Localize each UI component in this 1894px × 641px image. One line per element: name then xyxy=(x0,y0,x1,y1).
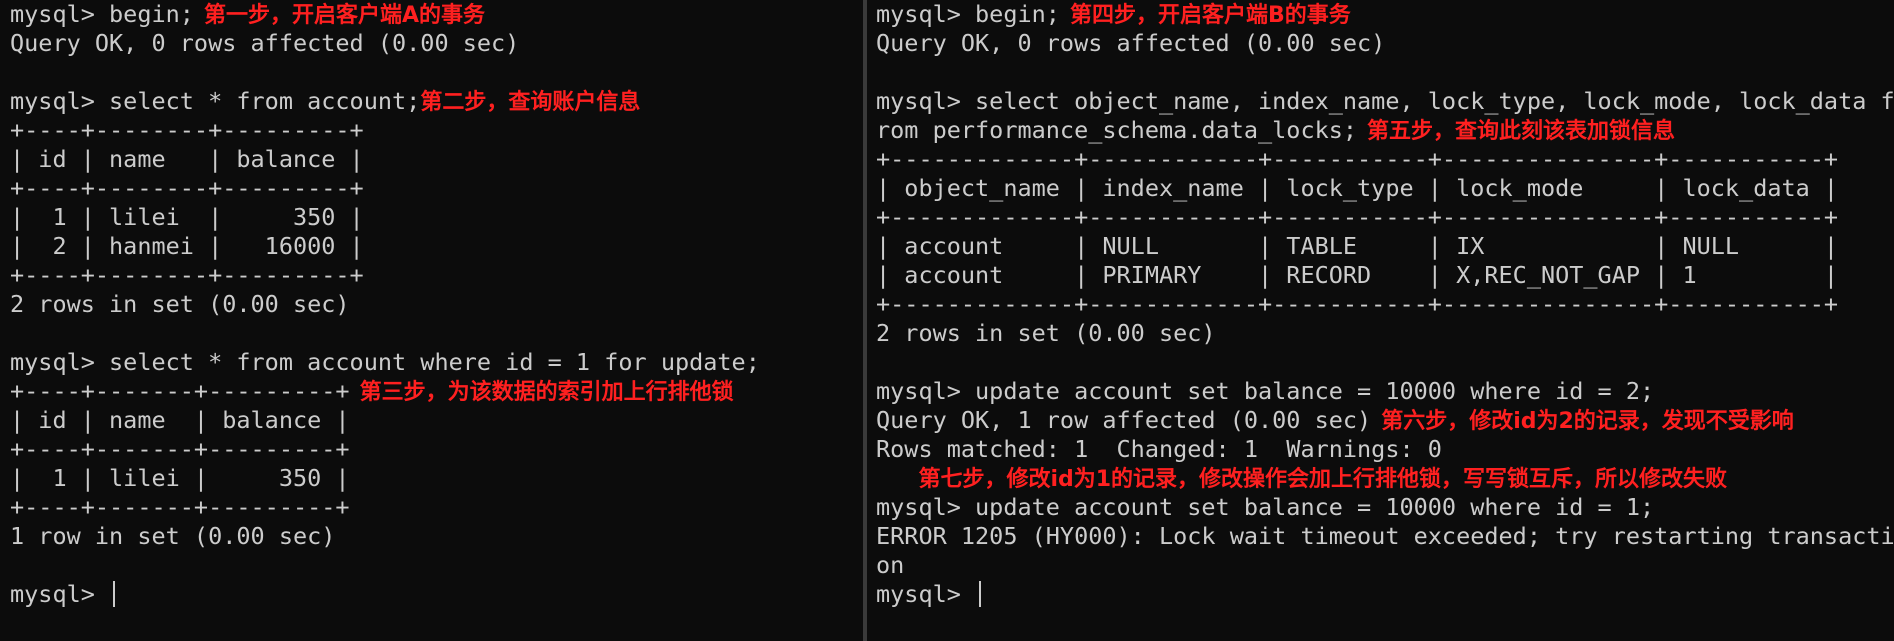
terminal-line-text: | id | name | balance | xyxy=(10,406,350,434)
terminal-line: 第七步，修改id为1的记录，修改操作会加上行排他锁，写写锁互斥，所以修改失败 xyxy=(876,464,1894,493)
terminal-line: mysql> select object_name, index_name, l… xyxy=(876,87,1894,116)
step-annotation: 第一步，开启客户端A的事务 xyxy=(203,3,485,28)
terminal-line: +----+--------+---------+ xyxy=(10,174,760,203)
terminal-line-text: on xyxy=(876,551,905,579)
terminal-line: mysql> select * from account where id = … xyxy=(10,348,760,377)
terminal-line: | account | NULL | TABLE | IX | NULL | xyxy=(876,232,1894,261)
terminal-line-text: 1 row in set (0.00 sec) xyxy=(10,522,336,550)
step-annotation: 第七步，修改id为1的记录，修改操作会加上行排他锁，写写锁互斥，所以修改失败 xyxy=(918,467,1728,492)
terminal-line: +----+--------+---------+ xyxy=(10,261,760,290)
terminal-line-text: | 1 | lilei | 350 | xyxy=(10,464,350,492)
terminal-line: +----+-------+---------+ xyxy=(10,435,760,464)
terminal-line: +----+--------+---------+ xyxy=(10,116,760,145)
terminal-line: | id | name | balance | xyxy=(10,406,760,435)
terminal-line-text: | 1 | lilei | 350 | xyxy=(10,203,364,231)
terminal-line: on xyxy=(876,551,1894,580)
terminal-line: | 2 | hanmei | 16000 | xyxy=(10,232,760,261)
terminal-line-text: mysql> xyxy=(10,580,110,608)
terminal-line: mysql> begin; 第四步，开启客户端B的事务 xyxy=(876,0,1894,29)
terminal-line: mysql> update account set balance = 1000… xyxy=(876,493,1894,522)
terminal-line-text: +----+--------+---------+ xyxy=(10,261,364,289)
terminal-line: | id | name | balance | xyxy=(10,145,760,174)
terminal-line: 1 row in set (0.00 sec) xyxy=(10,522,760,551)
terminal-line-text: Rows matched: 1 Changed: 1 Warnings: 0 xyxy=(876,435,1442,463)
text-cursor xyxy=(979,581,982,607)
terminal-line-text: +-------------+------------+-----------+… xyxy=(876,203,1839,231)
terminal-output-client-b: mysql> begin; 第四步，开启客户端B的事务 Query OK, 0 ro… xyxy=(876,0,1894,609)
terminal-line-text: mysql> update account set balance = 1000… xyxy=(876,493,1655,521)
terminal-line: mysql> xyxy=(876,580,1894,609)
terminal-line: +----+-------+---------+ 第三步，为该数据的索引加上行排他… xyxy=(10,377,760,406)
terminal-line: +-------------+------------+-----------+… xyxy=(876,290,1894,319)
terminal-line: mysql> xyxy=(10,580,760,609)
terminal-line: mysql> update account set balance = 1000… xyxy=(876,377,1894,406)
terminal-line: | object_name | index_name | lock_type |… xyxy=(876,174,1894,203)
terminal-line-text: mysql> begin; xyxy=(876,0,1060,28)
terminal-line-text: Query OK, 0 rows affected (0.00 sec) xyxy=(10,29,520,57)
terminal-line-text: +----+--------+---------+ xyxy=(10,174,364,202)
terminal-line-text: mysql> xyxy=(876,580,976,608)
terminal-output-client-a: mysql> begin; 第一步，开启客户端A的事务 Query OK, 0 ro… xyxy=(10,0,760,609)
terminal-line: mysql> select * from account;第二步，查询账户信息 xyxy=(10,87,760,116)
terminal-line: rom performance_schema.data_locks; 第五步，查询… xyxy=(876,116,1894,145)
terminal-line-text: +-------------+------------+-----------+… xyxy=(876,145,1839,173)
terminal-line: | 1 | lilei | 350 | xyxy=(10,203,760,232)
terminal-line: 2 rows in set (0.00 sec) xyxy=(10,290,760,319)
step-annotation: 第五步，查询此刻该表加锁信息 xyxy=(1367,119,1676,144)
terminal-line: +-------------+------------+-----------+… xyxy=(876,203,1894,232)
terminal-line: 2 rows in set (0.00 sec) xyxy=(876,319,1894,348)
terminal-line-text: ERROR 1205 (HY000): Lock wait timeout ex… xyxy=(876,522,1894,550)
terminal-screen: mysql> begin; 第一步，开启客户端A的事务 Query OK, 0 ro… xyxy=(0,0,1894,641)
terminal-line-text: 2 rows in set (0.00 sec) xyxy=(876,319,1216,347)
terminal-line: ERROR 1205 (HY000): Lock wait timeout ex… xyxy=(876,522,1894,551)
terminal-line-text: | object_name | index_name | lock_type |… xyxy=(876,174,1839,202)
terminal-pane-client-b[interactable]: mysql> begin; 第四步，开启客户端B的事务 Query OK, 0 ro… xyxy=(867,0,1894,641)
terminal-line: +----+-------+---------+ xyxy=(10,493,760,522)
terminal-line-text: 2 rows in set (0.00 sec) xyxy=(10,290,350,318)
step-annotation: 第六步，修改id为2的记录，发现不受影响 xyxy=(1381,409,1794,434)
terminal-line: | 1 | lilei | 350 | xyxy=(10,464,760,493)
terminal-line-text: | 2 | hanmei | 16000 | xyxy=(10,232,364,260)
terminal-line: Rows matched: 1 Changed: 1 Warnings: 0 xyxy=(876,435,1894,464)
terminal-line-text: | account | NULL | TABLE | IX | NULL | xyxy=(876,232,1839,260)
terminal-line-text: +-------------+------------+-----------+… xyxy=(876,290,1839,318)
terminal-line: +-------------+------------+-----------+… xyxy=(876,145,1894,174)
terminal-line: Query OK, 1 row affected (0.00 sec) 第六步，修… xyxy=(876,406,1894,435)
terminal-line-text: +----+-------+---------+ xyxy=(10,377,350,405)
terminal-line: | account | PRIMARY | RECORD | X,REC_NOT… xyxy=(876,261,1894,290)
step-annotation: 第二步，查询账户信息 xyxy=(420,90,641,115)
terminal-line-text: mysql> select * from account where id = … xyxy=(10,348,760,376)
terminal-line-text: mysql> begin; xyxy=(10,0,194,28)
terminal-line: Query OK, 0 rows affected (0.00 sec) xyxy=(876,29,1894,58)
terminal-line: Query OK, 0 rows affected (0.00 sec) xyxy=(10,29,760,58)
terminal-line-text: +----+-------+---------+ xyxy=(10,493,350,521)
terminal-line-text: | account | PRIMARY | RECORD | X,REC_NOT… xyxy=(876,261,1839,289)
terminal-line-text: +----+-------+---------+ xyxy=(10,435,350,463)
text-cursor xyxy=(113,581,116,607)
terminal-line: mysql> begin; 第一步，开启客户端A的事务 xyxy=(10,0,760,29)
terminal-line-text: Query OK, 1 row affected (0.00 sec) xyxy=(876,406,1372,434)
terminal-line-text: rom performance_schema.data_locks; xyxy=(876,116,1358,144)
terminal-pane-client-a[interactable]: mysql> begin; 第一步，开启客户端A的事务 Query OK, 0 ro… xyxy=(0,0,863,641)
terminal-line-text: | id | name | balance | xyxy=(10,145,364,173)
step-annotation: 第三步，为该数据的索引加上行排他锁 xyxy=(359,380,734,405)
terminal-line-text: mysql> select * from account; xyxy=(10,87,421,115)
terminal-line-text xyxy=(876,464,918,492)
step-annotation: 第四步，开启客户端B的事务 xyxy=(1069,3,1351,28)
terminal-line-text: Query OK, 0 rows affected (0.00 sec) xyxy=(876,29,1386,57)
terminal-line-text: mysql> update account set balance = 1000… xyxy=(876,377,1655,405)
terminal-line-text: mysql> select object_name, index_name, l… xyxy=(876,87,1894,115)
terminal-line-text: +----+--------+---------+ xyxy=(10,116,364,144)
